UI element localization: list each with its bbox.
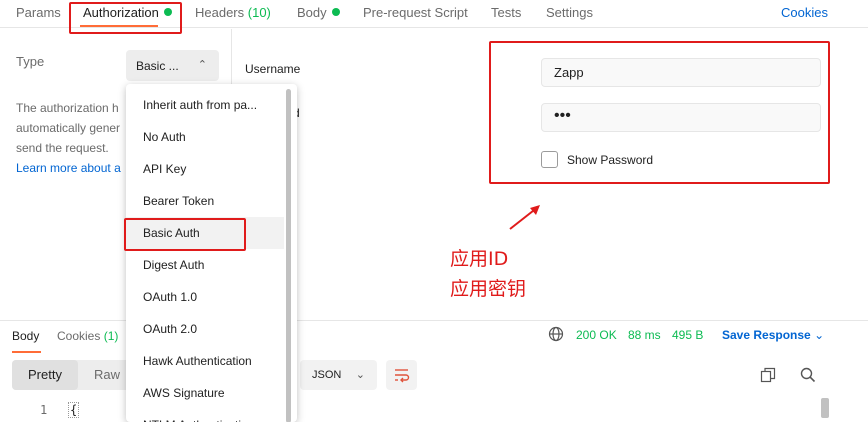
- response-active-underline: [12, 351, 41, 353]
- code-scrollbar[interactable]: [821, 398, 829, 418]
- tab-headers-label: Headers: [195, 5, 245, 20]
- response-cookies-count: (1): [103, 329, 119, 343]
- annotation-arrow-icon: [509, 205, 540, 230]
- menu-item-no-auth[interactable]: No Auth: [126, 121, 284, 153]
- line-number: 1: [40, 403, 48, 417]
- menu-item-oauth-1[interactable]: OAuth 1.0: [126, 281, 284, 313]
- menu-item-inherit-auth[interactable]: Inherit auth from pa...: [126, 89, 284, 121]
- menu-item-hawk-authentication[interactable]: Hawk Authentication: [126, 345, 284, 377]
- tab-tests[interactable]: Tests: [491, 5, 521, 20]
- globe-icon[interactable]: [548, 326, 564, 342]
- menu-item-ntlm-authentication[interactable]: NTLM Authentication: [126, 409, 284, 422]
- auth-type-select[interactable]: Basic ... ⌃: [126, 50, 219, 81]
- annotation-box-credentials: [489, 41, 830, 184]
- help-line: The authorization h: [16, 101, 119, 115]
- auth-type-value: Basic ...: [136, 59, 179, 73]
- tab-headers[interactable]: Headers (10): [195, 5, 271, 20]
- menu-item-api-key[interactable]: API Key: [126, 153, 284, 185]
- format-select[interactable]: JSON ⌄: [300, 360, 377, 390]
- help-line: automatically gener: [16, 121, 121, 135]
- body-indicator-dot: [331, 8, 340, 16]
- help-line: send the request.: [16, 141, 109, 155]
- tab-body-label: Body: [297, 5, 327, 20]
- save-response-button[interactable]: Save Response ⌄: [722, 328, 824, 342]
- menu-item-digest-auth[interactable]: Digest Auth: [126, 249, 284, 281]
- username-label: Username: [245, 62, 301, 76]
- learn-more-link[interactable]: Learn more about a: [16, 158, 128, 178]
- chevron-up-icon: ⌃: [197, 59, 207, 71]
- auth-type-menu: Inherit auth from pa... No Auth API Key …: [126, 84, 297, 422]
- annotation-app-secret: 应用密钥: [450, 278, 527, 300]
- view-mode-segmented: Pretty Raw: [12, 360, 134, 390]
- response-cookies-label: Cookies: [57, 329, 101, 343]
- menu-scrollbar[interactable]: [286, 89, 291, 422]
- pretty-button[interactable]: Pretty: [12, 360, 78, 390]
- wrap-icon: [395, 369, 410, 383]
- save-response-label: Save Response: [722, 328, 811, 342]
- menu-item-aws-signature[interactable]: AWS Signature: [126, 377, 284, 409]
- auth-help-text: The authorization h automatically gener …: [16, 98, 128, 178]
- status-code[interactable]: 200 OK: [576, 328, 617, 342]
- code-open-brace: {: [68, 402, 80, 418]
- menu-item-oauth-2[interactable]: OAuth 2.0: [126, 313, 284, 345]
- tab-settings[interactable]: Settings: [546, 5, 593, 20]
- headers-count: (10): [247, 5, 271, 20]
- format-value: JSON: [312, 369, 342, 381]
- annotation-box-basic-auth: [124, 218, 246, 251]
- chevron-down-icon: ⌄: [814, 328, 825, 342]
- wrap-lines-button[interactable]: [386, 360, 417, 390]
- tab-body[interactable]: Body: [297, 5, 340, 20]
- cookies-link[interactable]: Cookies: [781, 5, 828, 20]
- type-label: Type: [16, 54, 45, 69]
- copy-icon[interactable]: [759, 366, 777, 384]
- raw-button[interactable]: Raw: [94, 367, 120, 382]
- menu-item-bearer-token[interactable]: Bearer Token: [126, 185, 284, 217]
- annotation-app-id: 应用ID: [450, 248, 509, 270]
- chevron-down-icon: ⌄: [355, 369, 365, 381]
- response-tab-body[interactable]: Body: [12, 329, 39, 343]
- response-tab-cookies[interactable]: Cookies (1): [57, 329, 118, 343]
- search-icon[interactable]: [799, 366, 817, 384]
- tab-pre-request-script[interactable]: Pre-request Script: [363, 5, 468, 20]
- tab-params[interactable]: Params: [16, 5, 61, 20]
- response-time[interactable]: 88 ms: [628, 328, 661, 342]
- response-size[interactable]: 495 B: [672, 328, 703, 342]
